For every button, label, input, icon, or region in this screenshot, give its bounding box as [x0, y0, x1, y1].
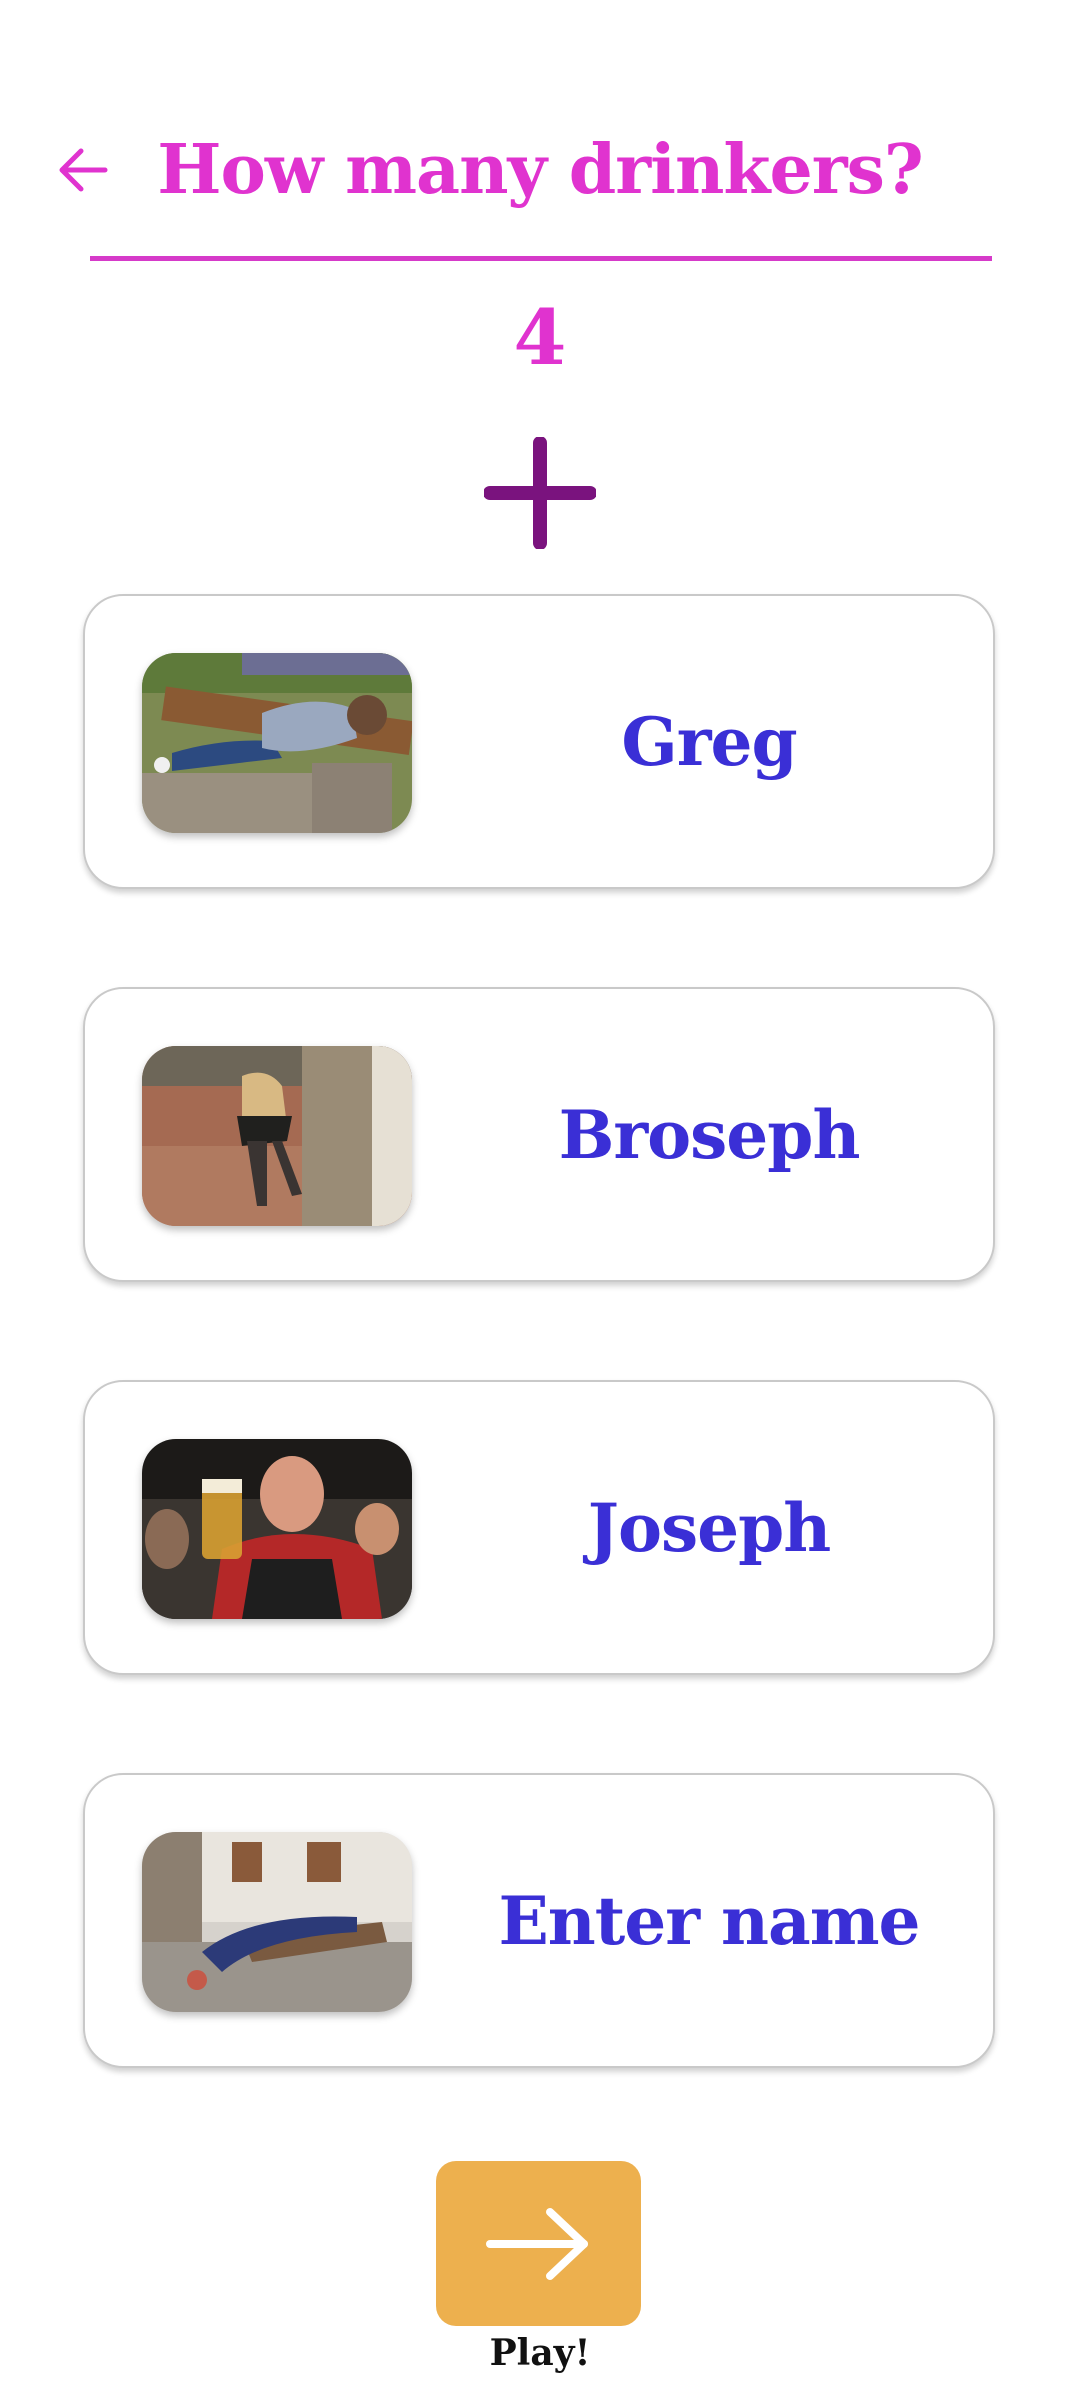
player-card[interactable]: Enter name	[83, 1773, 995, 2068]
drinkers-setup-screen: How many drinkers? 4 Greg Broseph Joseph…	[0, 0, 1080, 2400]
player-photo-stumbling-by-pillar[interactable]	[142, 1046, 412, 1226]
play-label: Play!	[489, 2332, 591, 2374]
arrow-right-icon	[485, 2207, 588, 2280]
plus-icon	[483, 436, 597, 550]
player-photo-head-down-on-bench[interactable]	[142, 1832, 412, 2012]
page-title: How many drinkers?	[157, 130, 923, 210]
player-card[interactable]: Joseph	[83, 1380, 995, 1675]
play-button[interactable]	[436, 2161, 641, 2326]
player-photo-holding-beer-mug[interactable]	[142, 1439, 412, 1619]
player-card[interactable]: Greg	[83, 594, 995, 889]
player-photo-passed-out-on-bench[interactable]	[142, 653, 412, 833]
player-name[interactable]: Broseph	[445, 989, 973, 1280]
drinker-count: 4	[513, 293, 567, 382]
player-name[interactable]: Joseph	[445, 1382, 973, 1673]
player-name[interactable]: Enter name	[445, 1775, 973, 2066]
player-card[interactable]: Broseph	[83, 987, 995, 1282]
player-name[interactable]: Greg	[445, 596, 973, 887]
title-divider	[90, 256, 992, 261]
add-drinker-button[interactable]	[483, 436, 597, 550]
